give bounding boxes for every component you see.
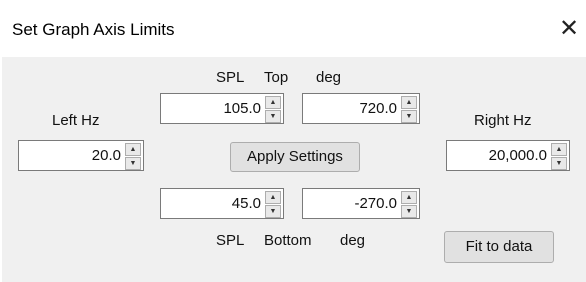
apply-settings-button[interactable]: Apply Settings <box>230 142 360 172</box>
window-title: Set Graph Axis Limits <box>12 20 175 39</box>
right-hz-down-arrow-icon[interactable]: ▼ <box>551 157 567 170</box>
deg-top-spinner[interactable]: 720.0 ▲ ▼ <box>302 93 420 124</box>
spl-top-label: SPL <box>216 69 245 86</box>
right-hz-up-arrow-icon[interactable]: ▲ <box>551 143 567 156</box>
right-hz-spinner[interactable]: 20,000.0 ▲ ▼ <box>446 140 570 171</box>
left-hz-label: Left Hz <box>52 112 100 129</box>
deg-top-down-arrow-icon[interactable]: ▼ <box>401 110 417 123</box>
right-hz-label: Right Hz <box>474 112 532 129</box>
deg-bottom-up-arrow-icon[interactable]: ▲ <box>401 191 417 204</box>
deg-bottom-value[interactable]: -270.0 <box>307 189 397 218</box>
deg-bottom-label: deg <box>340 232 366 249</box>
deg-bottom-spinner[interactable]: -270.0 ▲ ▼ <box>302 188 420 219</box>
title-bar: Set Graph Axis Limits ✕ <box>0 0 586 56</box>
spl-bottom-up-arrow-icon[interactable]: ▲ <box>265 191 281 204</box>
top-label: Top <box>264 69 289 86</box>
left-hz-down-arrow-icon[interactable]: ▼ <box>125 157 141 170</box>
fit-to-data-button[interactable]: Fit to data <box>444 231 554 263</box>
left-hz-up-arrow-icon[interactable]: ▲ <box>125 143 141 156</box>
dialog-body: SPL Top deg 105.0 ▲ ▼ 720.0 ▲ ▼ Left Hz … <box>2 57 586 282</box>
bottom-label: Bottom <box>264 232 312 249</box>
close-icon[interactable]: ✕ <box>556 16 582 42</box>
right-hz-value[interactable]: 20,000.0 <box>451 141 547 170</box>
spl-bottom-value[interactable]: 45.0 <box>165 189 261 218</box>
deg-top-label: deg <box>316 69 342 86</box>
deg-top-value[interactable]: 720.0 <box>307 94 397 123</box>
spl-bottom-label: SPL <box>216 232 245 249</box>
spl-top-value[interactable]: 105.0 <box>165 94 261 123</box>
left-hz-spinner[interactable]: 20.0 ▲ ▼ <box>18 140 144 171</box>
spl-top-down-arrow-icon[interactable]: ▼ <box>265 110 281 123</box>
spl-bottom-spinner[interactable]: 45.0 ▲ ▼ <box>160 188 284 219</box>
left-hz-value[interactable]: 20.0 <box>23 141 121 170</box>
spl-top-spinner[interactable]: 105.0 ▲ ▼ <box>160 93 284 124</box>
deg-top-up-arrow-icon[interactable]: ▲ <box>401 96 417 109</box>
spl-top-up-arrow-icon[interactable]: ▲ <box>265 96 281 109</box>
deg-bottom-down-arrow-icon[interactable]: ▼ <box>401 205 417 218</box>
spl-bottom-down-arrow-icon[interactable]: ▼ <box>265 205 281 218</box>
